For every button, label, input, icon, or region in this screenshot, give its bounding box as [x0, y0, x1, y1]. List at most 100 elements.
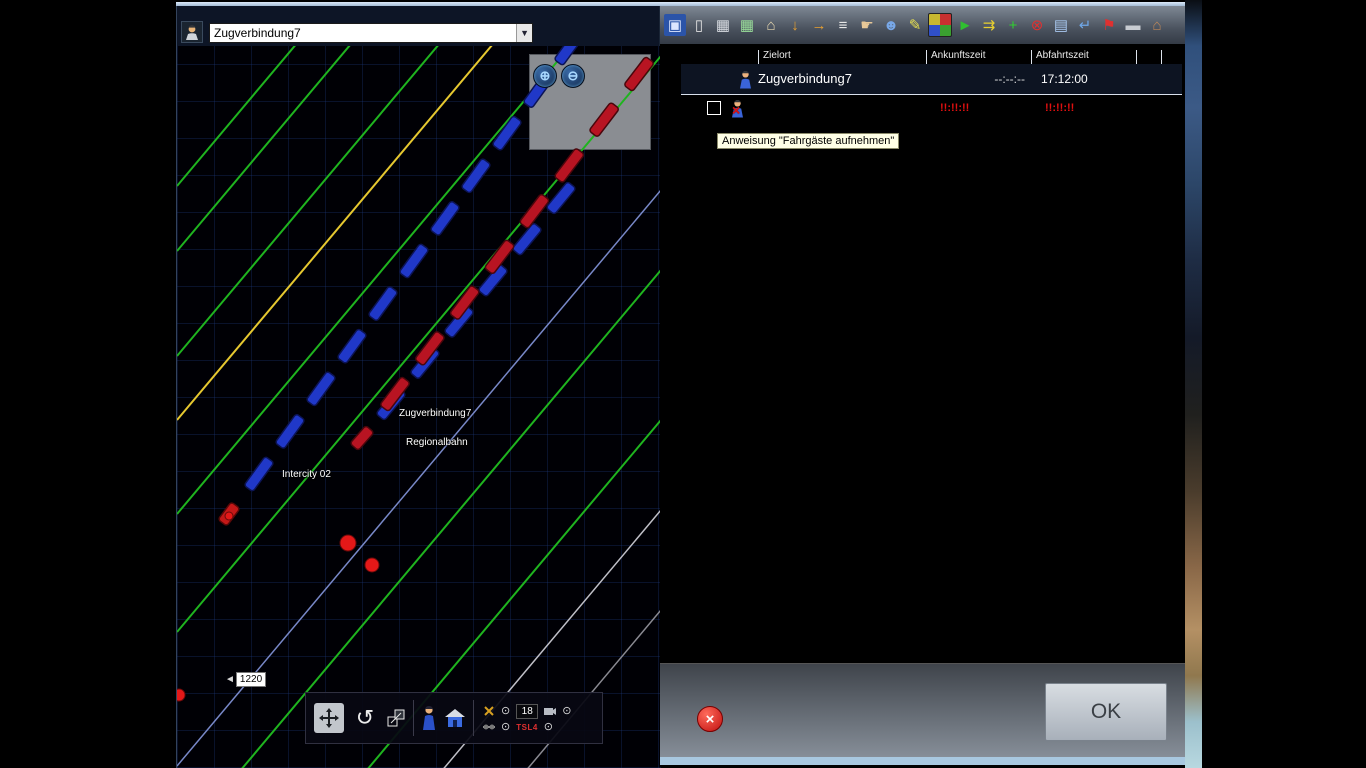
- column-header-ankunftszeit[interactable]: Ankunftszeit: [926, 50, 1031, 64]
- train-car[interactable]: [275, 414, 305, 450]
- radio-icon[interactable]: ⊙: [562, 706, 571, 717]
- chevron-down-icon[interactable]: ▼: [516, 24, 532, 42]
- train-car[interactable]: [554, 148, 585, 183]
- row-checkbox[interactable]: [707, 101, 721, 115]
- add-icon[interactable]: +: [1002, 14, 1024, 36]
- track-map[interactable]: ⊕ ⊖ ◄ 1220 ↺: [177, 46, 661, 768]
- avatar-icon: [181, 21, 203, 43]
- train-label: Zugverbindung7: [399, 408, 471, 419]
- counter-value[interactable]: 18: [516, 704, 538, 719]
- train-car[interactable]: [350, 425, 374, 450]
- coupler-icon[interactable]: [483, 723, 495, 731]
- table-row[interactable]: Zugverbindung7 --:--:-- 17:12:00: [681, 64, 1182, 95]
- screen: Zugverbindung7 ▼ ⊕ ⊖ ◄ 1220 ↺: [0, 0, 1366, 768]
- table-row[interactable]: × !!:!!:!! !!:!!:!!: [681, 95, 1182, 121]
- passenger-icon-error: ×: [731, 99, 744, 118]
- arrow-right-icon[interactable]: →: [808, 14, 830, 36]
- delete-icon[interactable]: ▯: [688, 14, 710, 36]
- keyboard-icon[interactable]: ▬: [1122, 14, 1144, 36]
- map-titlebar: Zugverbindung7 ▼: [177, 6, 659, 46]
- instruction-tooltip: Anweisung "Fahrgäste aufnehmen": [717, 133, 899, 149]
- toolbar-divider: [473, 700, 474, 736]
- column-header-zielort[interactable]: Zielort: [758, 50, 926, 64]
- save-icon[interactable]: ▣: [664, 14, 686, 36]
- cancel-route-icon[interactable]: ⊗: [1026, 14, 1048, 36]
- column-header-extra1: [1136, 50, 1161, 64]
- tsl-label[interactable]: TSL4: [516, 723, 538, 732]
- hand-icon[interactable]: ☛: [856, 14, 878, 36]
- grid-plus-icon[interactable]: ▦: [736, 14, 758, 36]
- radio-icon[interactable]: ⊙: [501, 706, 510, 717]
- radio-icon[interactable]: ⊙: [544, 722, 553, 733]
- resize-icon: [386, 708, 406, 728]
- train-car[interactable]: [368, 286, 398, 322]
- departure-time-error: !!:!!:!!: [1031, 102, 1136, 114]
- signal-dot[interactable]: [340, 535, 356, 551]
- train-car[interactable]: [399, 243, 429, 279]
- figure-icon: [421, 705, 437, 731]
- scale-button[interactable]: [386, 708, 406, 728]
- list-icon[interactable]: ≡: [832, 14, 854, 36]
- train-selector[interactable]: Zugverbindung7 ▼: [209, 23, 533, 43]
- track-line: [177, 46, 661, 251]
- return-arrow-icon[interactable]: ↵: [1074, 14, 1096, 36]
- departure-time: 17:12:00: [1031, 72, 1136, 86]
- track-line: [177, 46, 661, 356]
- rotate-button[interactable]: ↺: [351, 703, 379, 733]
- figure-button[interactable]: [421, 705, 437, 731]
- schedule-window: ▣▯▦▦⌂↓→≡☛☻✎►⇉+⊗▤↵⚑▬⌂ Zielort Ankunftszei…: [660, 6, 1185, 759]
- home-button[interactable]: [444, 708, 466, 728]
- window-bottom-edge: [660, 757, 1185, 765]
- zoom-out-icon: ⊖: [568, 68, 579, 84]
- column-header-extra2: [1161, 50, 1182, 64]
- track-line: [177, 56, 661, 632]
- world-viewport: [1185, 0, 1202, 768]
- train-car[interactable]: [461, 158, 491, 194]
- train-car[interactable]: [430, 201, 460, 237]
- zoom-in-icon: ⊕: [540, 68, 551, 84]
- edit-list-icon[interactable]: ✎: [904, 14, 926, 36]
- zoom-in-button[interactable]: ⊕: [533, 64, 557, 88]
- error-x-icon: ×: [732, 102, 740, 118]
- arrow-down-icon[interactable]: ↓: [784, 14, 806, 36]
- rotate-icon: ↺: [356, 705, 374, 731]
- train-car[interactable]: [554, 46, 584, 66]
- schedule-toolbar: ▣▯▦▦⌂↓→≡☛☻✎►⇉+⊗▤↵⚑▬⌂: [660, 6, 1185, 44]
- person-icon[interactable]: ☻: [880, 14, 902, 36]
- pan-button[interactable]: [314, 703, 344, 733]
- signal-dot[interactable]: [225, 512, 233, 520]
- distance-marker: ◄ 1220: [225, 672, 266, 687]
- train-label: Intercity 02: [282, 469, 331, 480]
- home-icon[interactable]: ⌂: [760, 14, 782, 36]
- camera-icon[interactable]: [544, 706, 556, 716]
- color-grid-icon[interactable]: [928, 13, 952, 37]
- track-line: [177, 610, 661, 768]
- train-car[interactable]: [589, 102, 620, 137]
- map-toolbar: ↺ ⊙ 18 ⊙: [305, 692, 603, 744]
- bottom-bar: × OK: [660, 663, 1185, 757]
- signal-dot[interactable]: [177, 689, 185, 701]
- destination-name: Zugverbindung7: [758, 71, 852, 86]
- depot-icon[interactable]: ⌂: [1146, 14, 1168, 36]
- run-icon[interactable]: ►: [954, 14, 976, 36]
- left-arrow-icon: ◄: [225, 674, 235, 685]
- train-car[interactable]: [306, 371, 336, 407]
- arrival-time-error: !!:!!:!!: [926, 102, 1031, 114]
- train-car[interactable]: [244, 456, 274, 492]
- train-selector-value: Zugverbindung7: [210, 26, 301, 40]
- toolbar-divider: [413, 700, 414, 736]
- grid-icon[interactable]: ▦: [712, 14, 734, 36]
- track-map-canvas: [177, 46, 661, 768]
- signal-icon[interactable]: [483, 705, 495, 717]
- flag-icon[interactable]: ⚑: [1098, 14, 1120, 36]
- double-arrow-icon[interactable]: ⇉: [978, 14, 1000, 36]
- train-car[interactable]: [337, 328, 367, 364]
- radio-icon[interactable]: ⊙: [501, 722, 510, 733]
- document-icon[interactable]: ▤: [1050, 14, 1072, 36]
- signal-dot[interactable]: [365, 558, 379, 572]
- ok-button[interactable]: OK: [1045, 683, 1167, 741]
- zoom-out-button[interactable]: ⊖: [561, 64, 585, 88]
- cancel-icon[interactable]: ×: [697, 706, 723, 732]
- train-car[interactable]: [624, 56, 655, 91]
- column-header-abfahrtszeit[interactable]: Abfahrtszeit: [1031, 50, 1136, 64]
